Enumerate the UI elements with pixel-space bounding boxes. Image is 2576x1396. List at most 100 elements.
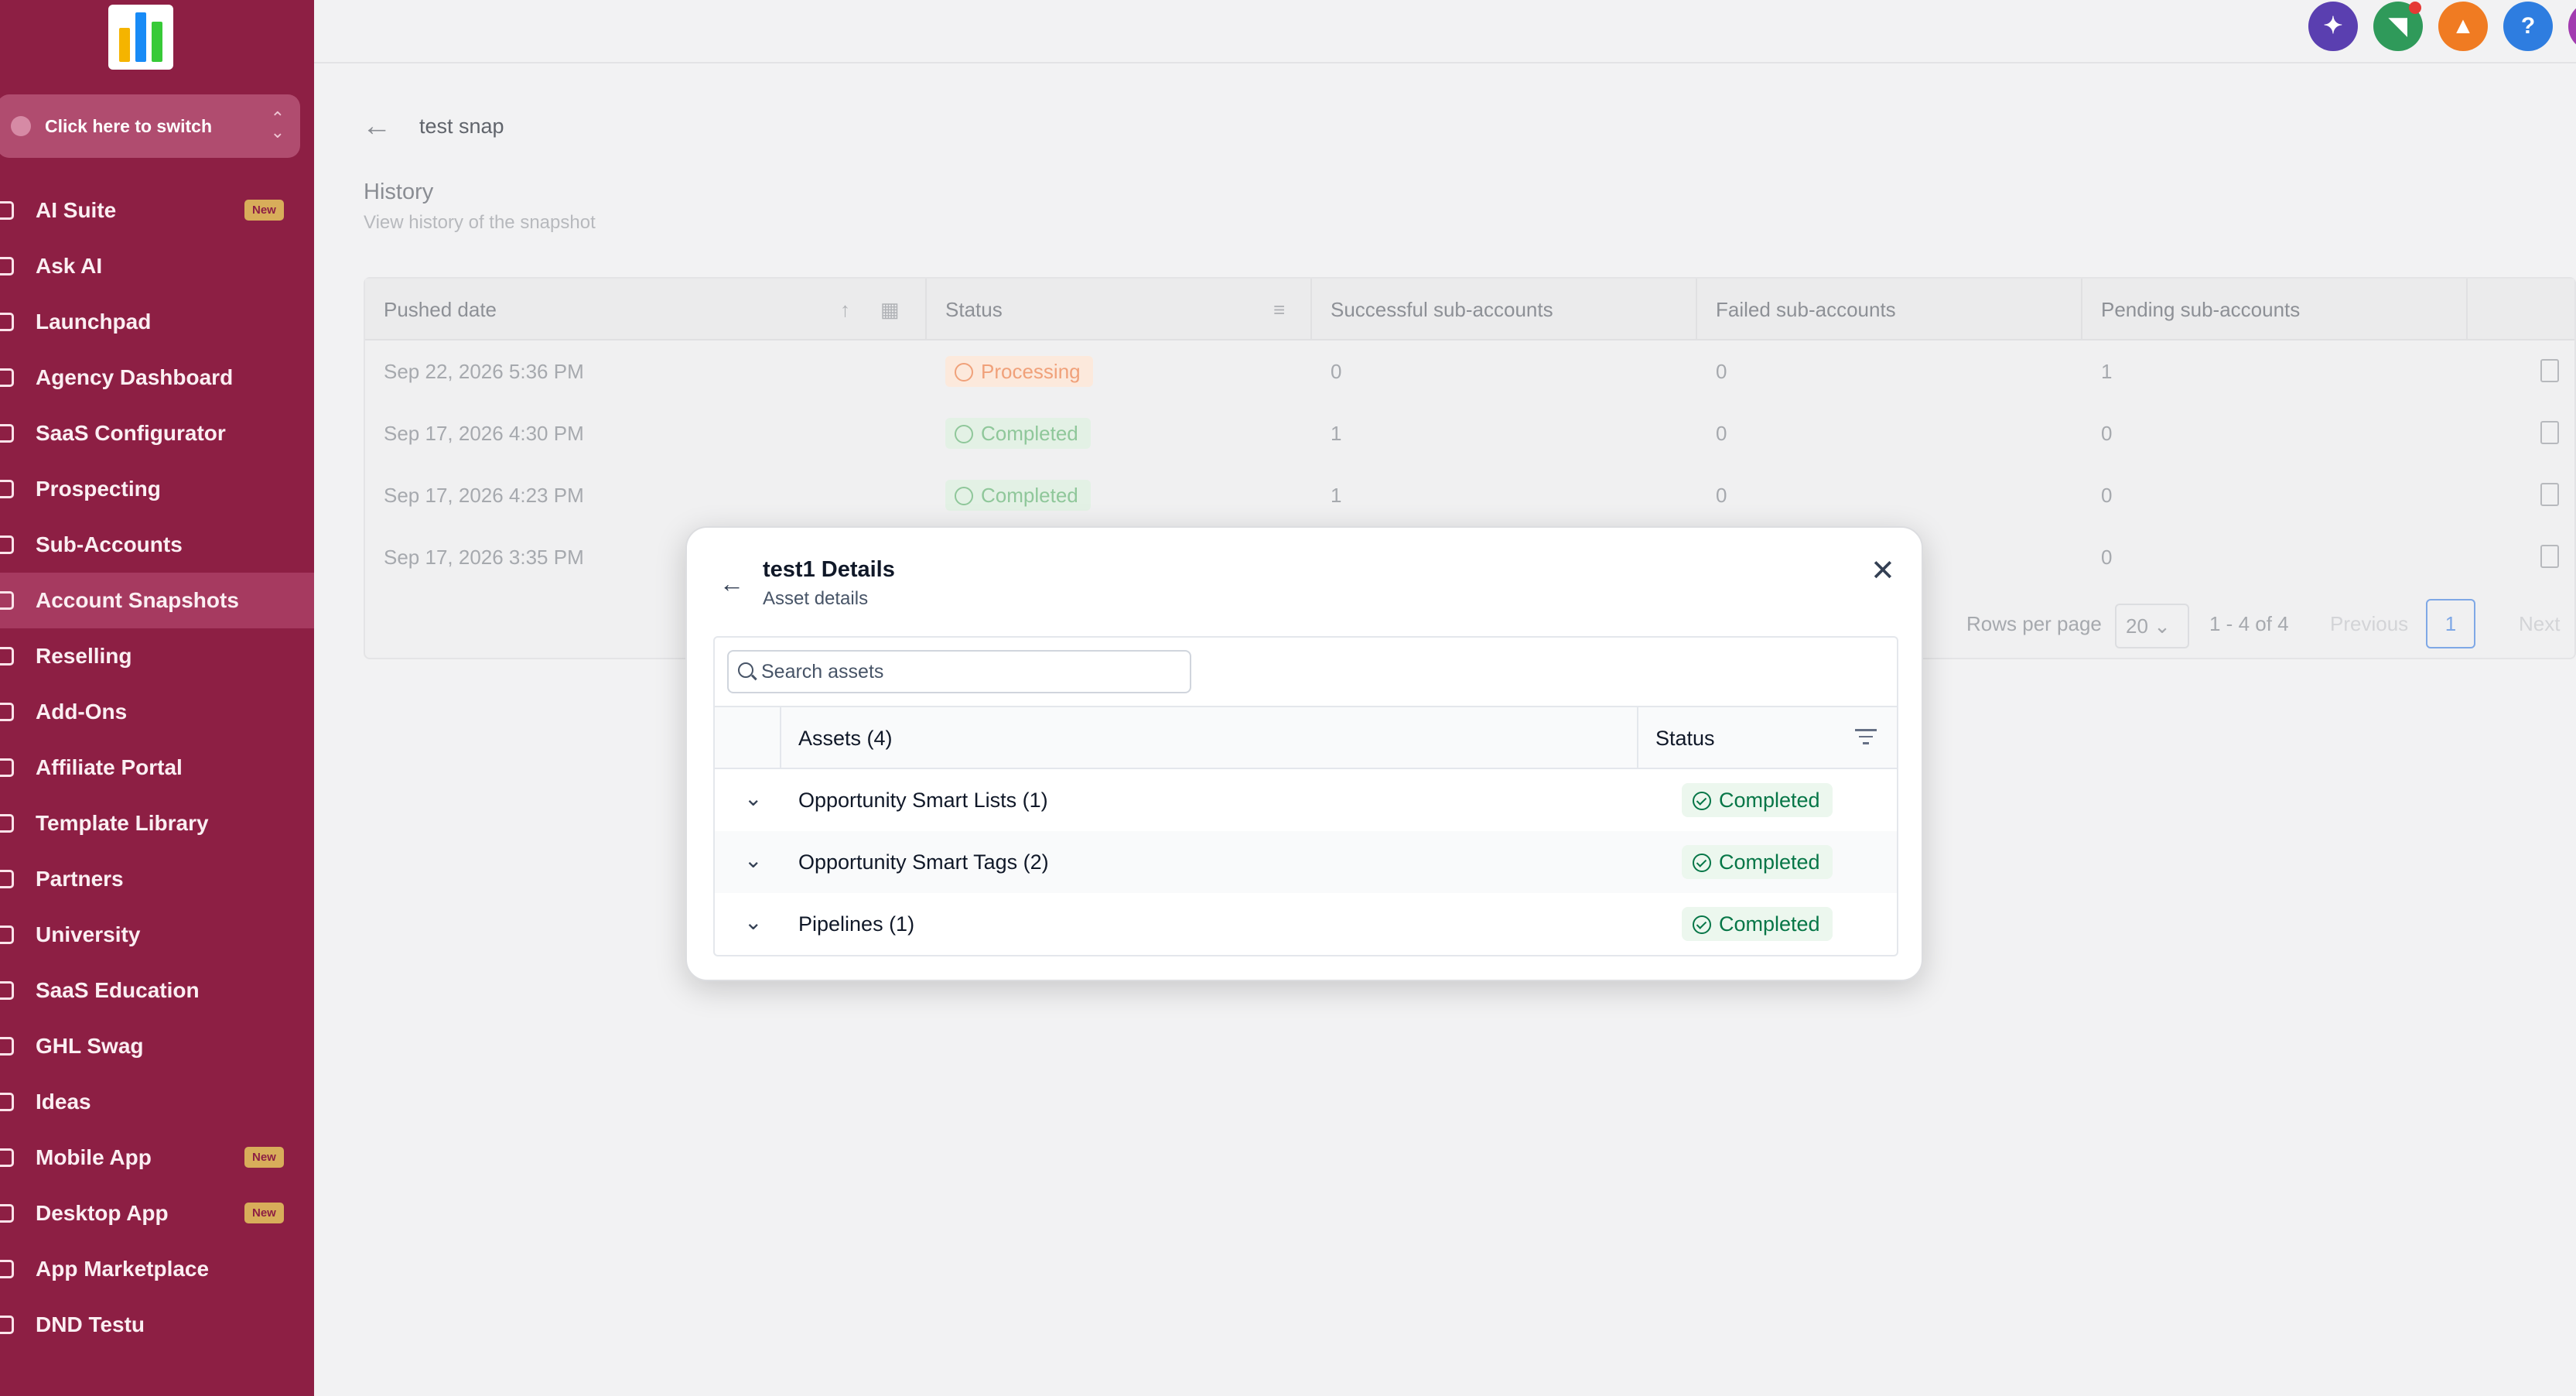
clock-icon bbox=[955, 363, 973, 382]
sidebar-item-affiliate-portal[interactable]: Affiliate Portal bbox=[0, 740, 314, 796]
sidebar-item-label: Ask AI bbox=[36, 254, 103, 278]
sort-up-icon[interactable]: ↑ bbox=[840, 279, 850, 340]
document-icon[interactable] bbox=[2540, 545, 2559, 568]
sidebar-item-label: University bbox=[36, 922, 141, 946]
col-status[interactable]: Status ≡ bbox=[927, 279, 1312, 340]
check-circle-icon bbox=[955, 487, 973, 505]
megaphone-icon[interactable]: ◥ bbox=[2373, 2, 2423, 51]
sidebar-item-reselling[interactable]: Reselling bbox=[0, 628, 314, 684]
logo-bar-green bbox=[152, 22, 162, 62]
chevron-down-icon[interactable]: ⌄ bbox=[744, 848, 762, 873]
rows-per-page-select[interactable]: 20 ⌄ bbox=[2115, 604, 2189, 648]
status-text: Completed bbox=[1719, 789, 1820, 812]
pending-cell: 0 bbox=[2101, 422, 2113, 445]
partners-icon bbox=[0, 870, 14, 888]
status-text: Completed bbox=[1719, 850, 1820, 874]
status-text: Completed bbox=[981, 484, 1078, 507]
prospecting-icon bbox=[0, 480, 14, 498]
sidebar-item-partners[interactable]: Partners bbox=[0, 851, 314, 907]
col-pushed-date[interactable]: Pushed date ↑ ▦ bbox=[365, 279, 927, 340]
table-row[interactable]: Sep 17, 2026 4:23 PM Completed 1 0 0 bbox=[365, 464, 2574, 526]
asset-row[interactable]: ⌄ Opportunity Smart Lists (1) Completed bbox=[715, 769, 1897, 831]
rows-per-page-label: Rows per page bbox=[1966, 612, 2102, 635]
modal-title: test1 Details bbox=[763, 557, 895, 582]
status-badge: Completed bbox=[1682, 783, 1833, 817]
sidebar-item-university[interactable]: University bbox=[0, 907, 314, 963]
chevron-down-icon[interactable]: ⌄ bbox=[744, 910, 762, 935]
calendar-icon[interactable]: ▦ bbox=[880, 279, 900, 340]
asset-row[interactable]: ⌄ Pipelines (1) Completed bbox=[715, 893, 1897, 955]
sidebar-item-label: Template Library bbox=[36, 811, 209, 835]
agency-logo[interactable] bbox=[108, 5, 173, 70]
sidebar-item-app-marketplace[interactable]: App Marketplace bbox=[0, 1241, 314, 1297]
status-badge: Completed bbox=[1682, 907, 1833, 941]
desktop-app-icon bbox=[0, 1204, 14, 1223]
sidebar-item-ai-suite[interactable]: AI Suite New bbox=[0, 183, 314, 238]
assets-search-box[interactable] bbox=[727, 650, 1191, 693]
switcher-label: Click here to switch bbox=[45, 115, 213, 136]
help-icon[interactable]: ? bbox=[2503, 2, 2553, 51]
col-assets: Assets (4) bbox=[798, 727, 893, 750]
next-button[interactable]: Next bbox=[2519, 600, 2560, 647]
sidebar-item-dnd-testu[interactable]: DND Testu bbox=[0, 1297, 314, 1353]
sidebar-item-agency-dashboard[interactable]: Agency Dashboard bbox=[0, 350, 314, 405]
sidebar-item-desktop-app[interactable]: Desktop App New bbox=[0, 1186, 314, 1241]
previous-button[interactable]: Previous bbox=[2330, 600, 2408, 647]
pending-cell: 0 bbox=[2101, 546, 2113, 569]
page-title: test snap bbox=[419, 115, 504, 138]
document-icon[interactable] bbox=[2540, 359, 2559, 382]
launchpad-icon bbox=[0, 313, 14, 331]
check-circle-icon bbox=[1693, 792, 1711, 810]
sidebar-item-label: Partners bbox=[36, 867, 124, 891]
col-successful: Successful sub-accounts bbox=[1312, 279, 1697, 340]
filter-icon[interactable]: ≡ bbox=[1273, 279, 1285, 340]
close-icon[interactable]: ✕ bbox=[1871, 554, 1895, 588]
rows-per-page-value: 20 bbox=[2126, 614, 2148, 638]
col-asset-status: Status bbox=[1655, 727, 1715, 750]
asset-row[interactable]: ⌄ Opportunity Smart Tags (2) Completed bbox=[715, 831, 1897, 893]
sidebar-item-label: Desktop App bbox=[36, 1201, 169, 1225]
assets-table-header: Assets (4) Status bbox=[715, 707, 1897, 769]
filter-icon[interactable] bbox=[1855, 729, 1877, 748]
notification-dot bbox=[2409, 2, 2421, 14]
sidebar-item-ghl-swag[interactable]: GHL Swag bbox=[0, 1018, 314, 1074]
back-arrow-icon[interactable]: ← bbox=[362, 110, 391, 143]
logo-bar-blue bbox=[135, 12, 146, 62]
chevron-down-icon[interactable]: ⌄ bbox=[744, 786, 762, 811]
sidebar: Click here to switch ⌃ ⌄ AI Suite New Ask A… bbox=[0, 0, 314, 1396]
sidebar-item-saas-education[interactable]: SaaS Education bbox=[0, 963, 314, 1018]
sidebar-item-ideas[interactable]: Ideas bbox=[0, 1074, 314, 1130]
app-marketplace-icon bbox=[0, 1260, 14, 1278]
sidebar-item-add-ons[interactable]: Add-Ons bbox=[0, 684, 314, 740]
sidebar-item-mobile-app[interactable]: Mobile App New bbox=[0, 1130, 314, 1186]
bell-icon[interactable]: ▲ bbox=[2438, 2, 2488, 51]
asset-name: Opportunity Smart Tags (2) bbox=[798, 850, 1049, 874]
page-1-button[interactable]: 1 bbox=[2426, 599, 2475, 648]
ai-sparkle-icon[interactable]: ✦ bbox=[2308, 2, 2358, 51]
account-switcher[interactable]: Click here to switch ⌃ ⌄ bbox=[0, 94, 300, 158]
logo-bar-yellow bbox=[119, 28, 130, 62]
document-icon[interactable] bbox=[2540, 421, 2559, 444]
col-pushed-date-label: Pushed date bbox=[384, 298, 497, 321]
modal-back-arrow-icon[interactable]: ← bbox=[719, 570, 744, 598]
sidebar-item-account-snapshots[interactable]: Account Snapshots bbox=[0, 573, 314, 628]
sidebar-item-template-library[interactable]: Template Library bbox=[0, 796, 314, 851]
document-icon[interactable] bbox=[2540, 483, 2559, 506]
avatar[interactable] bbox=[2568, 2, 2576, 51]
sidebar-item-prospecting[interactable]: Prospecting bbox=[0, 461, 314, 517]
successful-cell: 0 bbox=[1331, 360, 1342, 383]
search-input[interactable] bbox=[761, 658, 1179, 686]
sidebar-nav: AI Suite New Ask AI Launchpad Agency Dashboa… bbox=[0, 183, 314, 1353]
table-row[interactable]: Sep 17, 2026 4:30 PM Completed 1 0 0 bbox=[365, 402, 2574, 464]
status-badge: Completed bbox=[1682, 845, 1833, 879]
table-row[interactable]: Sep 22, 2026 5:36 PM Processing 0 0 1 bbox=[365, 340, 2574, 402]
col-failed: Failed sub-accounts bbox=[1697, 279, 2082, 340]
template-library-icon bbox=[0, 814, 14, 833]
pushed-date-cell: Sep 17, 2026 4:23 PM bbox=[384, 484, 584, 507]
sidebar-item-sub-accounts[interactable]: Sub-Accounts bbox=[0, 517, 314, 573]
sidebar-item-ask-ai[interactable]: Ask AI bbox=[0, 238, 314, 294]
sidebar-item-launchpad[interactable]: Launchpad bbox=[0, 294, 314, 350]
sidebar-item-label: DND Testu bbox=[36, 1312, 145, 1336]
sidebar-item-saas-configurator[interactable]: SaaS Configurator bbox=[0, 405, 314, 461]
sidebar-item-label: GHL Swag bbox=[36, 1034, 144, 1058]
